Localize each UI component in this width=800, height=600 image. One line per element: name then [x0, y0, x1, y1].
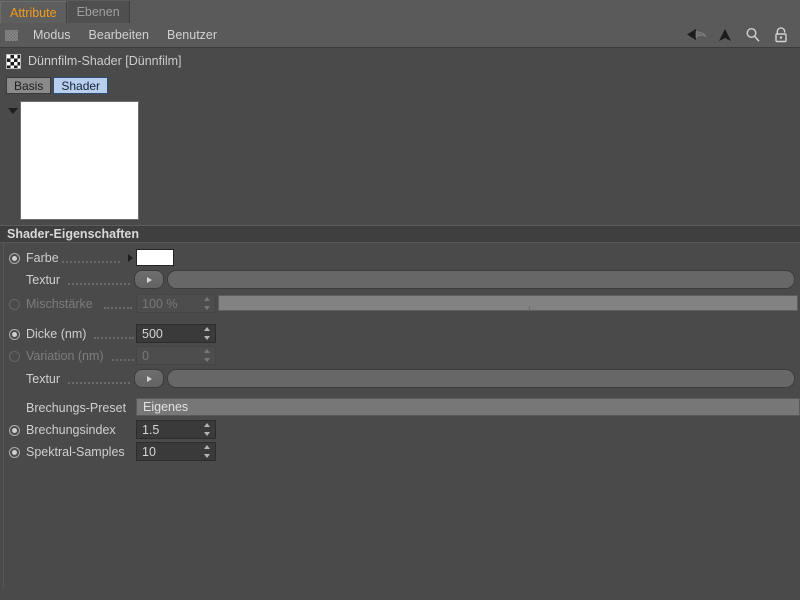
triangle-down-icon[interactable]: [8, 108, 18, 114]
tab-attribute[interactable]: Attribute: [0, 1, 67, 23]
menu-bar: Modus Bearbeiten Benutzer: [0, 23, 800, 48]
search-icon[interactable]: [740, 24, 766, 46]
back-arrow-icon[interactable]: [684, 24, 710, 46]
spektral-samples-value: 10: [142, 444, 156, 459]
dicke-label: Dicke (nm): [26, 327, 87, 341]
row-mischstaerke: Mischstärke 100 %: [0, 293, 800, 315]
row-brechungs-preset: Brechungs-Preset Eigenes: [0, 397, 800, 419]
dicke-value-field[interactable]: 500: [136, 324, 216, 343]
shader-preview-zone: [0, 98, 800, 222]
textur-farbe-menu-button[interactable]: [134, 270, 164, 289]
object-title: Dünnfilm-Shader [Dünnfilm]: [28, 54, 182, 68]
mischstaerke-animation-dot[interactable]: [9, 298, 20, 310]
dicke-spinner[interactable]: [203, 327, 210, 340]
mischstaerke-leader-dots: [104, 306, 132, 309]
menu-item-bearbeiten[interactable]: Bearbeiten: [80, 24, 158, 46]
grip-dots-icon[interactable]: [5, 29, 18, 41]
textur-dicke-label: Textur: [26, 372, 61, 386]
farbe-color-swatch[interactable]: [136, 249, 174, 266]
brechungs-preset-label: Brechungs-Preset: [26, 401, 127, 415]
variation-value: 0: [142, 348, 149, 363]
row-farbe: Farbe: [0, 247, 800, 269]
textur-farbe-field[interactable]: [167, 270, 795, 289]
row-variation: Variation (nm) 0: [0, 345, 800, 367]
group-header-shader-properties: Shader-Eigenschaften: [0, 225, 800, 243]
brechungs-preset-dropdown[interactable]: Eigenes: [136, 398, 800, 416]
row-brechungsindex: Brechungsindex 1.5: [0, 419, 800, 441]
menu-item-modus[interactable]: Modus: [24, 24, 80, 46]
group-header-label: Shader-Eigenschaften: [7, 227, 139, 241]
variation-leader-dots: [112, 358, 134, 361]
variation-spinner[interactable]: [203, 349, 210, 362]
row-spektral-samples: Spektral-Samples 10: [0, 441, 800, 463]
shader-preview-thumbnail[interactable]: [20, 101, 139, 220]
dicke-animation-dot[interactable]: [9, 328, 20, 340]
row-textur-farbe: Textur: [0, 269, 800, 291]
textur-dicke-leader-dots: [68, 381, 130, 384]
checkerboard-shader-icon: [6, 53, 21, 69]
farbe-label: Farbe: [26, 251, 59, 265]
row-textur-dicke: Textur: [0, 368, 800, 390]
brechungsindex-value-field[interactable]: 1.5: [136, 420, 216, 439]
mischstaerke-value: 100 %: [142, 296, 178, 311]
tab-ebenen[interactable]: Ebenen: [67, 1, 130, 23]
spektral-samples-label: Spektral-Samples: [26, 445, 125, 459]
object-subtabs: Basis Shader: [6, 77, 109, 94]
brechungs-preset-value: Eigenes: [143, 400, 189, 414]
panel-tab-strip: Attribute Ebenen: [0, 0, 800, 23]
dicke-leader-dots: [94, 336, 134, 339]
mischstaerke-value-field[interactable]: 100 %: [136, 294, 216, 313]
textur-farbe-leader-dots: [68, 282, 130, 285]
up-arrow-icon[interactable]: [712, 24, 738, 46]
brechungsindex-value: 1.5: [142, 422, 160, 437]
menu-item-benutzer[interactable]: Benutzer: [158, 24, 226, 46]
variation-label: Variation (nm): [26, 349, 104, 363]
attribute-manager-panel: Attribute Ebenen Modus Bearbeiten Benutz…: [0, 0, 800, 600]
menu-bar-tools: [684, 24, 800, 46]
brechungsindex-label: Brechungsindex: [26, 423, 116, 437]
textur-dicke-field[interactable]: [167, 369, 795, 388]
textur-dicke-menu-button[interactable]: [134, 369, 164, 388]
spektral-samples-value-field[interactable]: 10: [136, 442, 216, 461]
mischstaerke-slider[interactable]: [218, 295, 798, 311]
mischstaerke-label: Mischstärke: [26, 297, 93, 311]
subtab-basis[interactable]: Basis: [6, 77, 52, 94]
row-dicke: Dicke (nm) 500: [0, 323, 800, 345]
variation-value-field[interactable]: 0: [136, 346, 216, 365]
farbe-expand-icon[interactable]: [128, 254, 133, 262]
textur-farbe-label: Textur: [26, 273, 61, 287]
mischstaerke-spinner[interactable]: [203, 297, 210, 310]
lock-icon[interactable]: [768, 24, 794, 46]
dicke-value: 500: [142, 326, 163, 341]
brechungsindex-spinner[interactable]: [203, 423, 210, 436]
object-header: Dünnfilm-Shader [Dünnfilm]: [0, 48, 800, 74]
brechungsindex-animation-dot[interactable]: [9, 424, 20, 436]
variation-animation-dot[interactable]: [9, 350, 20, 362]
farbe-leader-dots: [62, 260, 120, 263]
spektral-samples-spinner[interactable]: [203, 445, 210, 458]
subtab-shader[interactable]: Shader: [53, 77, 109, 94]
spektral-samples-animation-dot[interactable]: [9, 446, 20, 458]
farbe-animation-dot[interactable]: [9, 252, 20, 264]
